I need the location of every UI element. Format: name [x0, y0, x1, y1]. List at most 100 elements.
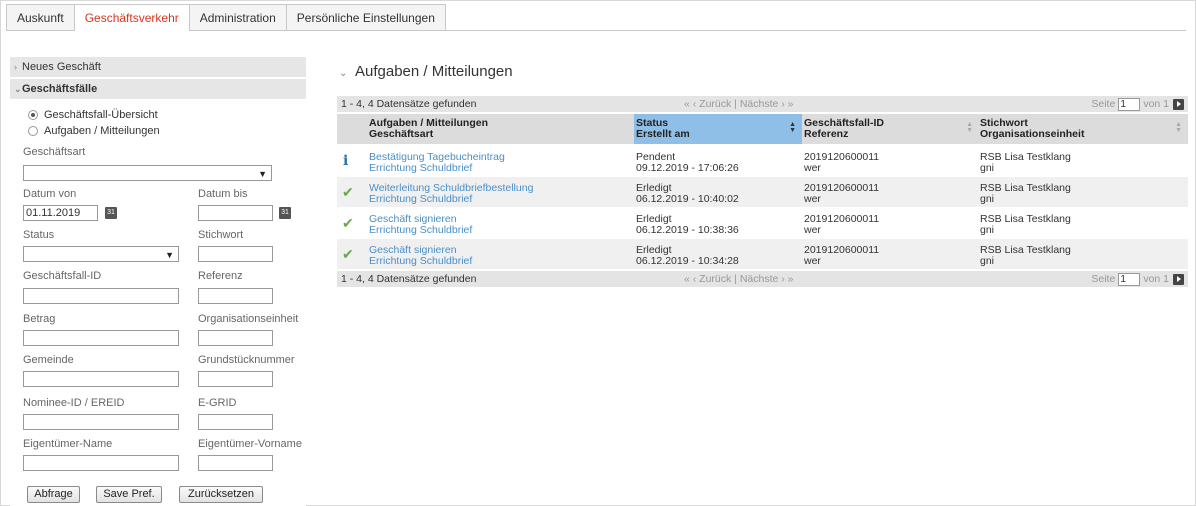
- column-header-line2: Referenz: [804, 128, 849, 140]
- referenz-value: wer: [804, 162, 821, 174]
- geschaeftsfaelle-header[interactable]: ⌄Geschäftsfälle: [10, 79, 306, 99]
- von-label: von 1: [1143, 273, 1169, 285]
- chevron-down-icon: ⌄: [14, 84, 22, 94]
- save-pref-button[interactable]: Save Pref.: [96, 486, 162, 503]
- top-navigation: Auskunft Geschäftsverkehr Administration…: [6, 4, 1186, 31]
- org-value: gni: [980, 224, 995, 236]
- page-input[interactable]: 1: [1118, 97, 1141, 111]
- table-row[interactable]: ✔ Geschäft signieren Errichtung Schuldbri…: [337, 208, 1188, 238]
- date-value: 06.12.2019 - 10:40:02: [636, 193, 739, 205]
- calendar-icon[interactable]: 31: [279, 207, 291, 219]
- seite-label: Seite: [1091, 98, 1116, 110]
- geschaeftsart-label: Geschäftsart: [23, 146, 86, 158]
- eigentuemer-vorname-label: Eigentümer-Vorname: [198, 438, 302, 450]
- column-header-aufgaben[interactable]: Aufgaben / Mitteilungen Geschäftsart: [369, 114, 634, 144]
- egrid-input[interactable]: [198, 414, 273, 430]
- radio-label: Aufgaben / Mitteilungen: [44, 125, 160, 137]
- tab-persoenliche-einstellungen[interactable]: Persönliche Einstellungen: [285, 4, 446, 30]
- von-label: von 1: [1143, 98, 1169, 110]
- organisationseinheit-input[interactable]: [198, 330, 273, 346]
- datum-bis-input[interactable]: [198, 205, 273, 221]
- egrid-label: E-GRID: [198, 397, 237, 409]
- reset-button[interactable]: Zurücksetzen: [179, 486, 263, 503]
- radio-button[interactable]: [28, 126, 38, 136]
- referenz-value: wer: [804, 255, 821, 267]
- page-title: ⌄ Aufgaben / Mitteilungen: [339, 63, 513, 80]
- eigentuemer-name-input[interactable]: [23, 455, 179, 471]
- dropdown-arrow-icon: ▼: [165, 250, 174, 260]
- geschaeftsart-link[interactable]: Errichtung Schuldbrief: [369, 256, 472, 267]
- radio-button[interactable]: [28, 110, 38, 120]
- stichwort-label: Stichwort: [198, 229, 244, 241]
- tab-auskunft[interactable]: Auskunft: [6, 4, 75, 30]
- geschaeftsart-select[interactable]: ▼: [23, 165, 272, 181]
- neues-geschaeft-label: Neues Geschäft: [22, 61, 101, 73]
- grundstuecknummer-label: Grundstücknummer: [198, 354, 295, 366]
- referenz-value: wer: [804, 224, 821, 236]
- page-navigation[interactable]: « ‹ Zurück | Nächste › »: [684, 96, 794, 112]
- geschaeftsart-link[interactable]: Errichtung Schuldbrief: [369, 194, 533, 205]
- date-value: 06.12.2019 - 10:38:36: [636, 224, 739, 236]
- geschaeftsart-link[interactable]: Errichtung Schuldbrief: [369, 225, 472, 236]
- geschaeftsart-link[interactable]: Errichtung Schuldbrief: [369, 163, 505, 174]
- radio-geschaeftsfall-uebersicht[interactable]: Geschäftsfall-Übersicht: [28, 108, 158, 122]
- referenz-input[interactable]: [198, 288, 273, 304]
- column-header-geschaeftsfall-id[interactable]: Geschäftsfall-ID Referenz ▲ ▼: [804, 114, 979, 144]
- gemeinde-label: Gemeinde: [23, 354, 74, 366]
- stichwort-input[interactable]: [198, 246, 273, 262]
- datum-von-input[interactable]: 01.11.2019: [23, 205, 98, 221]
- sort-icon: ▲ ▼: [1175, 121, 1182, 134]
- gemeinde-input[interactable]: [23, 371, 179, 387]
- tab-administration[interactable]: Administration: [188, 4, 287, 30]
- abfrage-button[interactable]: Abfrage: [27, 486, 80, 503]
- column-header-line2: Erstellt am: [636, 128, 690, 140]
- chevron-down-icon[interactable]: ⌄: [339, 68, 347, 79]
- datum-bis-label: Datum bis: [198, 188, 248, 200]
- table-row[interactable]: i Bestätigung Tagebucheintrag Errichtung …: [337, 146, 1188, 176]
- geschaeftsfaelle-label: Geschäftsfälle: [22, 83, 98, 95]
- radio-aufgaben-mitteilungen[interactable]: Aufgaben / Mitteilungen: [28, 124, 160, 138]
- dropdown-arrow-icon: ▼: [258, 169, 267, 179]
- org-value: gni: [980, 162, 995, 174]
- calendar-icon[interactable]: 31: [105, 207, 117, 219]
- nominee-label: Nominee-ID / EREID: [23, 397, 125, 409]
- betrag-label: Betrag: [23, 313, 56, 325]
- go-icon[interactable]: [1173, 98, 1184, 110]
- eigentuemer-vorname-input[interactable]: [198, 455, 273, 471]
- tab-geschaeftsverkehr[interactable]: Geschäftsverkehr: [73, 4, 190, 31]
- referenz-label: Referenz: [198, 270, 243, 282]
- org-value: gni: [980, 255, 995, 267]
- page-input[interactable]: 1: [1118, 272, 1141, 286]
- status-select[interactable]: ▼: [23, 246, 179, 262]
- grundstuecknummer-input[interactable]: [198, 371, 273, 387]
- geschaeftsfall-id-label: Geschäftsfall-ID: [23, 270, 102, 282]
- betrag-input[interactable]: [23, 330, 179, 346]
- record-count: 1 - 4, 4 Datensätze gefunden: [341, 273, 477, 285]
- column-header-status[interactable]: Status Erstellt am ▲ ▼: [634, 114, 802, 144]
- pager-top: 1 - 4, 4 Datensätze gefunden « ‹ Zurück …: [337, 96, 1188, 112]
- organisationseinheit-label: Organisationseinheit: [198, 313, 299, 325]
- page-title-text: Aufgaben / Mitteilungen: [355, 63, 513, 80]
- table-row[interactable]: ✔ Geschäft signieren Errichtung Schuldbri…: [337, 239, 1188, 269]
- table-row[interactable]: ✔ Weiterleitung Schuldbriefbestellung Err…: [337, 177, 1188, 207]
- table-header: Aufgaben / Mitteilungen Geschäftsart Sta…: [337, 114, 1188, 144]
- neues-geschaeft-header[interactable]: › Neues Geschäft: [10, 57, 306, 77]
- pager-bottom: 1 - 4, 4 Datensätze gefunden « ‹ Zurück …: [337, 271, 1188, 287]
- sort-icon: ▲ ▼: [966, 121, 973, 134]
- page-navigation[interactable]: « ‹ Zurück | Nächste › »: [684, 271, 794, 287]
- chevron-right-icon: ›: [14, 62, 17, 72]
- date-value: 09.12.2019 - 17:06:26: [636, 162, 739, 174]
- geschaeftsfall-id-input[interactable]: [23, 288, 179, 304]
- eigentuemer-name-label: Eigentümer-Name: [23, 438, 113, 450]
- column-header-stichwort[interactable]: Stichwort Organisationseinheit ▲ ▼: [980, 114, 1182, 144]
- record-count: 1 - 4, 4 Datensätze gefunden: [341, 98, 477, 110]
- seite-label: Seite: [1091, 273, 1116, 285]
- go-icon[interactable]: [1173, 273, 1184, 285]
- nominee-input[interactable]: [23, 414, 179, 430]
- org-value: gni: [980, 193, 995, 205]
- date-value: 06.12.2019 - 10:34:28: [636, 255, 739, 267]
- radio-label: Geschäftsfall-Übersicht: [44, 109, 158, 121]
- column-header-line2: Geschäftsart: [369, 128, 434, 140]
- page-selector: Seite 1 von 1: [1091, 96, 1184, 112]
- info-icon: i: [343, 153, 349, 169]
